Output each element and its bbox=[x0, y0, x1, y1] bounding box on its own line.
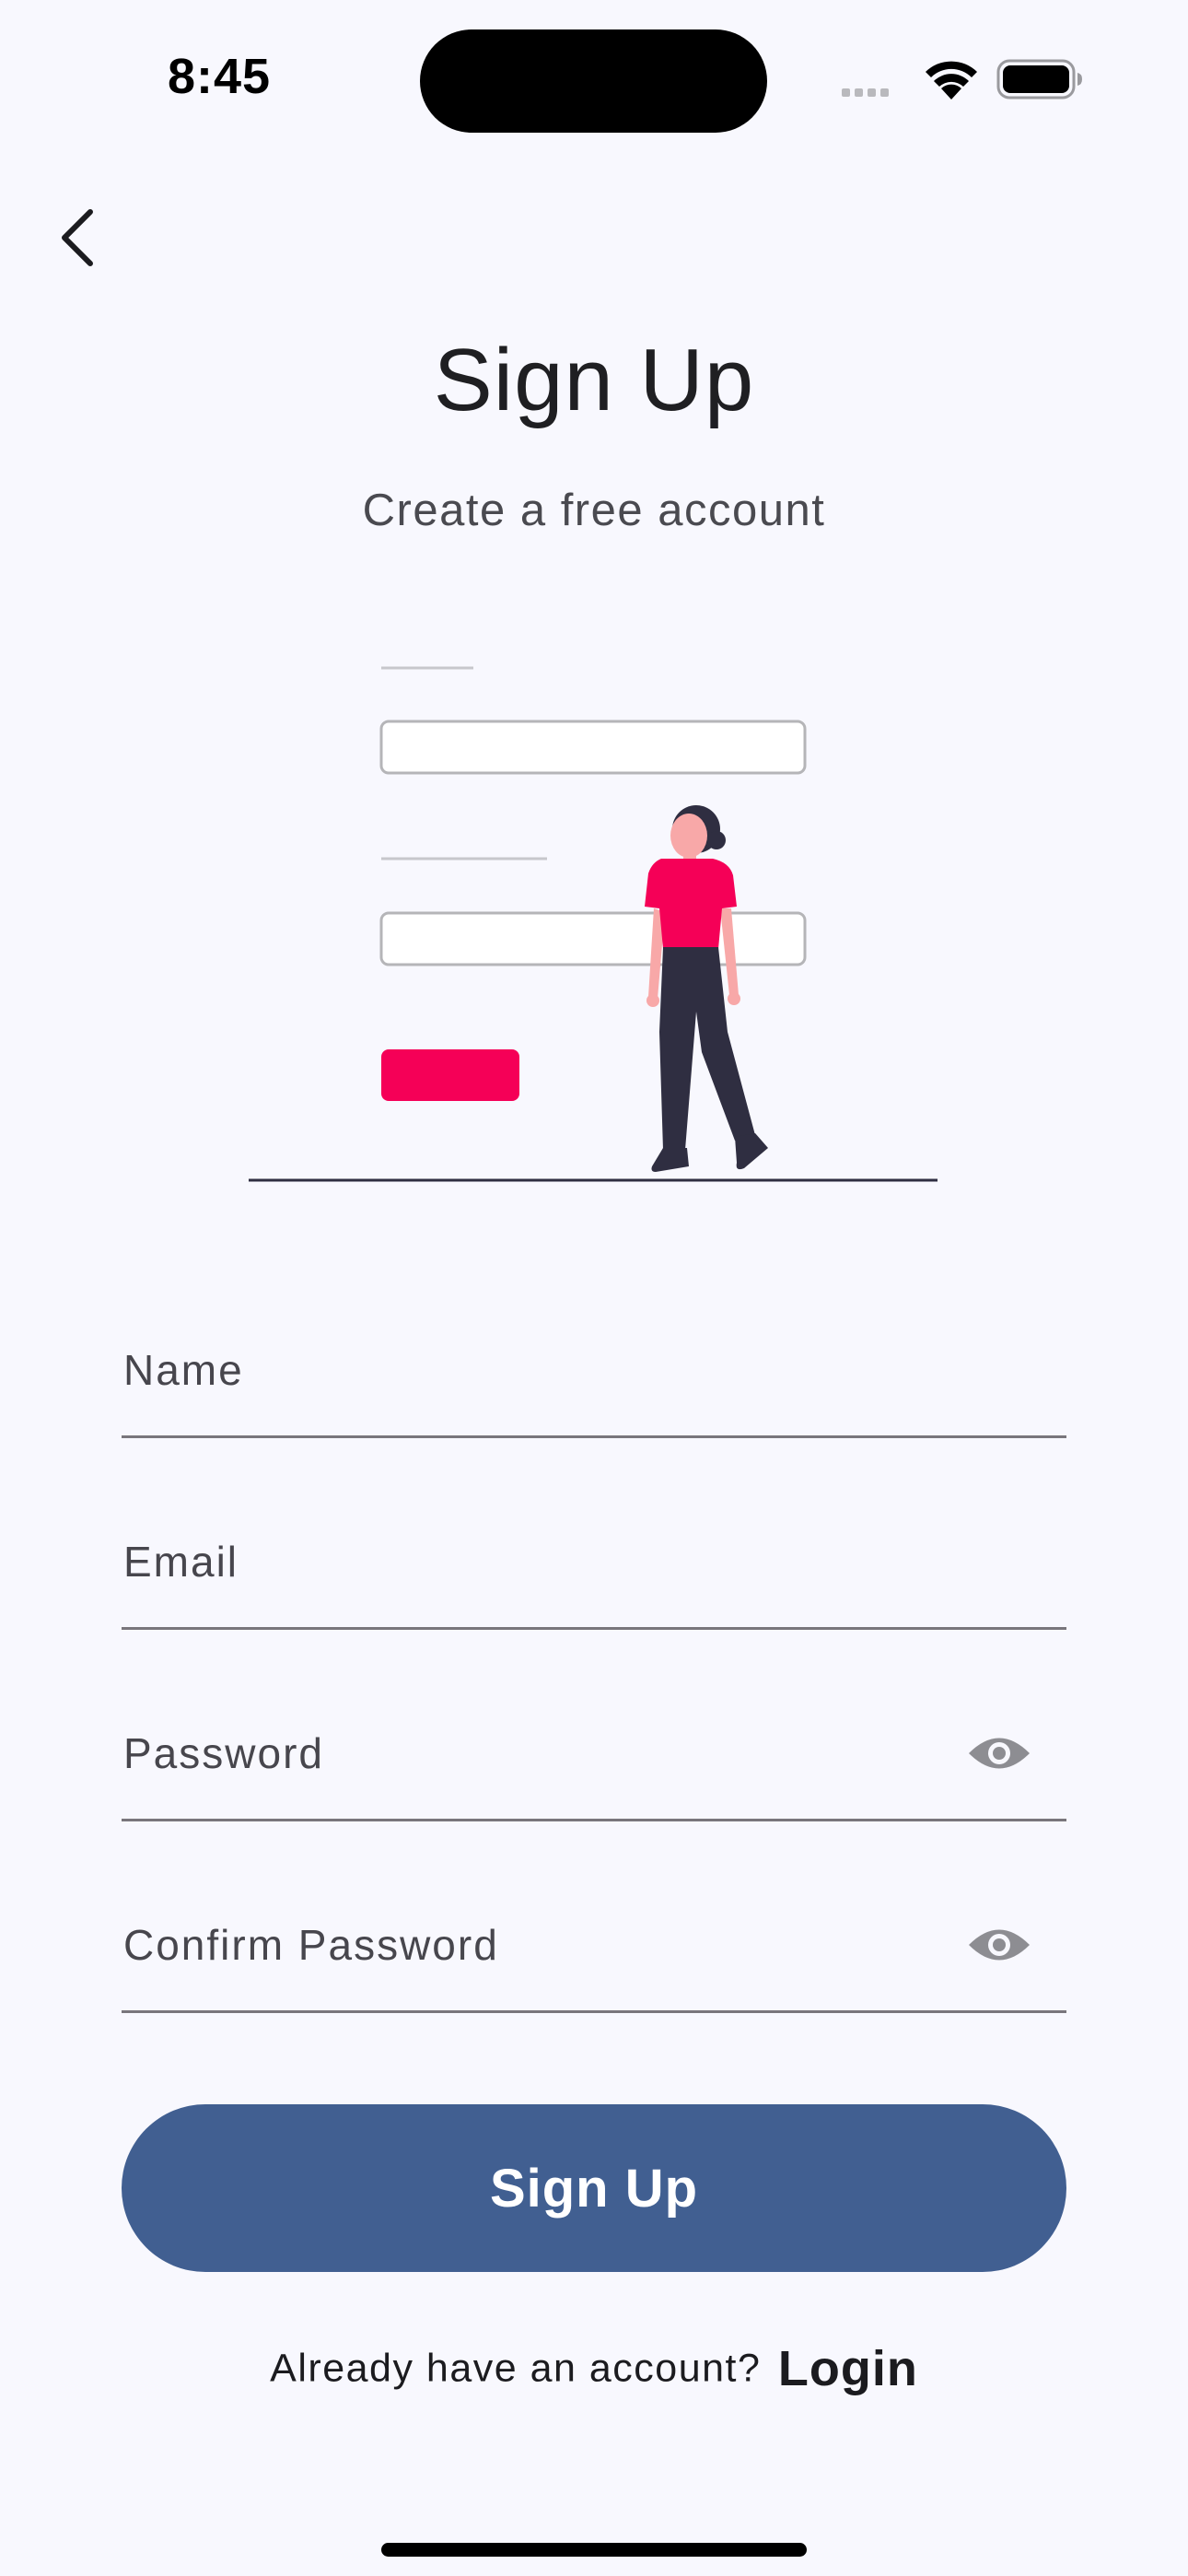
page-title: Sign Up bbox=[433, 331, 755, 429]
password-visibility-toggle[interactable] bbox=[967, 1730, 1031, 1781]
battery-icon bbox=[996, 59, 1083, 104]
password-field-label: Password bbox=[123, 1729, 324, 1777]
eye-icon bbox=[969, 1738, 1030, 1769]
login-prompt: Already have an account? Login bbox=[0, 2340, 1188, 2397]
login-prompt-text: Already have an account? bbox=[270, 2346, 762, 2391]
email-field[interactable]: Email bbox=[122, 1520, 1066, 1630]
password-field[interactable]: Password bbox=[122, 1712, 1066, 1821]
back-button[interactable] bbox=[55, 205, 99, 275]
confirm-password-field[interactable]: Confirm Password bbox=[122, 1903, 1066, 2013]
wifi-icon bbox=[921, 53, 982, 104]
name-field-label: Name bbox=[123, 1346, 244, 1394]
signup-button[interactable]: Sign Up bbox=[122, 2104, 1066, 2272]
chevron-left-icon bbox=[62, 209, 93, 266]
confirm-password-field-label: Confirm Password bbox=[123, 1921, 499, 1969]
dynamic-island bbox=[420, 29, 767, 133]
name-field[interactable]: Name bbox=[122, 1329, 1066, 1438]
eye-icon bbox=[969, 1929, 1030, 1961]
cellular-signal-icon bbox=[842, 85, 893, 101]
email-field-label: Email bbox=[123, 1538, 239, 1586]
signup-illustration bbox=[247, 645, 941, 1193]
page-subtitle: Create a free account bbox=[362, 486, 826, 535]
confirm-password-visibility-toggle[interactable] bbox=[967, 1922, 1031, 1973]
home-indicator[interactable] bbox=[381, 2543, 807, 2557]
status-time: 8:45 bbox=[168, 49, 272, 104]
login-link[interactable]: Login bbox=[778, 2341, 918, 2396]
